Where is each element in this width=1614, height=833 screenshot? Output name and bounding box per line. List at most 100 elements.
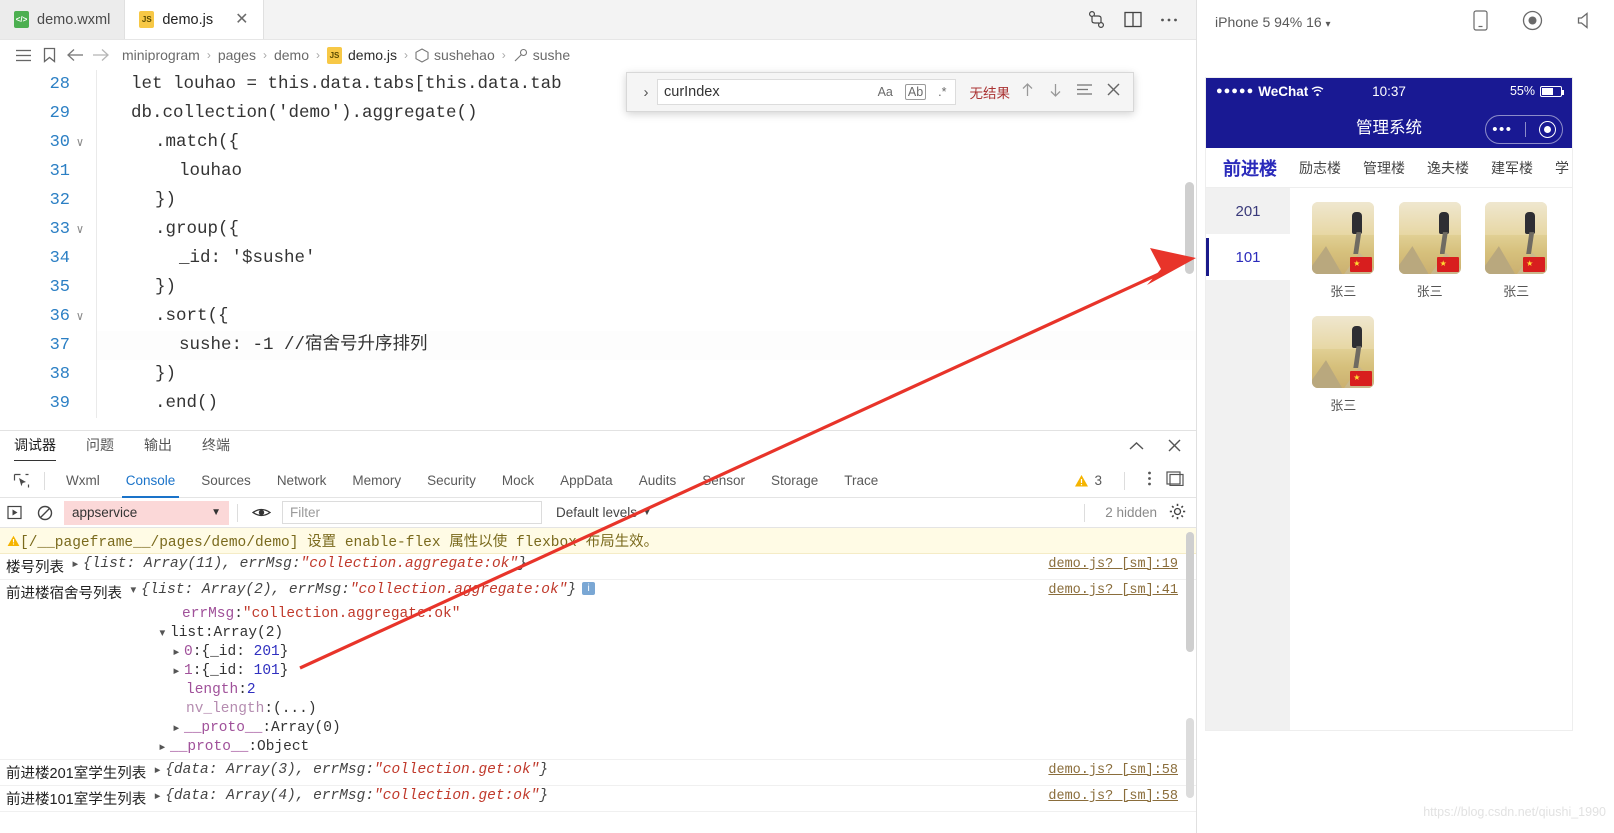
warning-badge[interactable]: 3: [1074, 473, 1102, 488]
devtools-tab-wxml[interactable]: Wxml: [53, 464, 113, 498]
console-source-link[interactable]: demo.js? [sm]:58: [1048, 789, 1178, 804]
console-tree-row[interactable]: length : 2: [0, 681, 1196, 700]
split-merge-icon[interactable]: [1087, 10, 1106, 29]
room-item-201[interactable]: 201: [1206, 188, 1290, 234]
panel-tab-output[interactable]: 输出: [144, 435, 172, 460]
panel-tab-terminal[interactable]: 终端: [202, 435, 230, 460]
editor-tab-demo-js[interactable]: JS demo.js ✕: [125, 0, 264, 39]
editor-vertical-scrollbar[interactable]: [1182, 70, 1196, 418]
code-line-34[interactable]: _id: '$sushe': [97, 244, 1196, 273]
building-tab-4[interactable]: 建军楼: [1480, 158, 1544, 178]
code-line-36[interactable]: .sort({: [97, 302, 1196, 331]
building-tab-bar[interactable]: 前进楼 励志楼 管理楼 逸夫楼 建军楼 学: [1206, 148, 1572, 188]
devtools-tab-sources[interactable]: Sources: [188, 464, 264, 498]
console-source-link[interactable]: demo.js? [sm]:19: [1048, 557, 1178, 572]
record-icon[interactable]: [1522, 10, 1543, 34]
fold-toggle[interactable]: ∨: [70, 135, 90, 150]
whole-word-icon[interactable]: Ab: [904, 84, 927, 100]
console-row-log-2[interactable]: 前进楼宿舍号列表 ▾ {list: Array(2), errMsg: "col…: [0, 580, 1196, 605]
console-tree-row[interactable]: ▾ list : Array(2): [0, 624, 1196, 643]
console-scrollbar-thumb-2[interactable]: [1186, 718, 1194, 798]
code-line-39[interactable]: .end(): [97, 389, 1196, 418]
breadcrumb-item-pages[interactable]: pages: [218, 47, 256, 63]
close-icon[interactable]: [1106, 82, 1121, 102]
tree-triangle-icon[interactable]: ▸: [158, 739, 170, 756]
building-tab-0[interactable]: 前进楼: [1212, 155, 1288, 181]
student-card[interactable]: ★ 张三: [1303, 202, 1384, 300]
device-select[interactable]: iPhone 5 94% 16 ▾: [1215, 14, 1331, 30]
clear-console-icon[interactable]: [30, 505, 60, 521]
devtools-tab-storage[interactable]: Storage: [758, 464, 831, 498]
find-in-selection-icon[interactable]: [1076, 83, 1093, 101]
fold-toggle[interactable]: ∨: [70, 222, 90, 237]
devtools-tab-network[interactable]: Network: [264, 464, 340, 498]
console-source-link[interactable]: demo.js? [sm]:41: [1048, 583, 1178, 598]
editor-tab-demo-wxml[interactable]: </> demo.wxml: [0, 0, 126, 39]
device-rotate-icon[interactable]: [1473, 10, 1488, 34]
devtools-tab-appdata[interactable]: AppData: [547, 464, 626, 498]
breadcrumb-item-sushe[interactable]: sushe: [533, 47, 570, 63]
console-tree-row[interactable]: ▸ 0 : {_id: 201}: [0, 643, 1196, 662]
hamburger-menu-icon[interactable]: [10, 49, 36, 62]
student-card[interactable]: ★ 张三: [1303, 316, 1384, 414]
expand-triangle-icon[interactable]: ▸: [71, 556, 83, 577]
console-row-log-3[interactable]: 前进楼201室学生列表 ▸ {data: Array(3), errMsg: "…: [0, 759, 1196, 786]
student-card[interactable]: ★ 张三: [1475, 202, 1556, 300]
breadcrumb-item-demo-js[interactable]: demo.js: [348, 47, 397, 63]
bookmark-icon[interactable]: [36, 47, 62, 63]
console-tree-row[interactable]: errMsg : "collection.aggregate:ok": [0, 605, 1196, 624]
collapse-triangle-icon[interactable]: ▾: [129, 582, 141, 603]
find-widget[interactable]: › Aa Ab .* 无结果: [626, 72, 1134, 112]
console-source-link[interactable]: demo.js? [sm]:58: [1048, 763, 1178, 778]
building-tab-3[interactable]: 逸夫楼: [1416, 158, 1480, 178]
code-editor[interactable]: 28 29 30 ∨ 31 32 33 ∨ 34 35 36 ∨ 37 38 39 l…: [0, 70, 1196, 418]
split-editor-icon[interactable]: [1124, 11, 1142, 28]
code-lines[interactable]: let louhao = this.data.tabs[this.data.ta…: [96, 70, 1196, 418]
code-line-35[interactable]: }): [97, 273, 1196, 302]
code-line-30[interactable]: .match({: [97, 128, 1196, 157]
fold-toggle[interactable]: ∨: [70, 309, 90, 324]
devtools-tab-mock[interactable]: Mock: [489, 464, 547, 498]
wechat-capsule-button[interactable]: •••: [1485, 115, 1563, 144]
console-row-log-1[interactable]: 楼号列表 ▸ {list: Array(11), errMsg: "collec…: [0, 554, 1196, 580]
gear-icon[interactable]: [1169, 503, 1186, 523]
expand-triangle-icon[interactable]: ▸: [153, 762, 165, 783]
back-arrow-icon[interactable]: [62, 48, 88, 62]
code-line-33[interactable]: .group({: [97, 215, 1196, 244]
code-line-32[interactable]: }): [97, 186, 1196, 215]
console-context-select[interactable]: appservice ▼: [64, 500, 229, 525]
kebab-menu-icon[interactable]: [1147, 470, 1152, 492]
arrow-up-icon[interactable]: [1020, 82, 1035, 103]
devtools-tab-audits[interactable]: Audits: [626, 464, 690, 498]
tree-triangle-icon[interactable]: ▸: [172, 644, 184, 661]
info-badge-icon[interactable]: i: [582, 582, 596, 595]
console-tree-row[interactable]: ▸ 1 : {_id: 101}: [0, 662, 1196, 681]
tree-triangle-icon[interactable]: [170, 606, 182, 623]
student-card[interactable]: ★ 张三: [1389, 202, 1470, 300]
inspect-element-icon[interactable]: [6, 473, 36, 489]
console-row-warning[interactable]: [/__pageframe__/pages/demo/demo] 设置 enab…: [0, 528, 1196, 554]
chevron-up-icon[interactable]: [1128, 439, 1145, 457]
console-filter-input[interactable]: Filter: [282, 501, 542, 524]
console-tree-row[interactable]: ▸ __proto__ : Array(0): [0, 719, 1196, 738]
room-item-101[interactable]: 101: [1206, 234, 1290, 280]
live-expression-icon[interactable]: [246, 506, 276, 519]
phone-simulator[interactable]: ●●●●● WeChat 10:37 55% 管理系统 ••• 前进楼 励志楼 …: [1206, 78, 1572, 730]
forward-arrow-icon[interactable]: [88, 48, 114, 62]
devtools-tab-memory[interactable]: Memory: [339, 464, 414, 498]
devtools-tab-sensor[interactable]: Sensor: [689, 464, 758, 498]
code-line-38[interactable]: }): [97, 360, 1196, 389]
console-levels-select[interactable]: Default levels ▼: [556, 505, 652, 520]
tree-triangle-icon[interactable]: ▸: [172, 663, 184, 680]
building-tab-1[interactable]: 励志楼: [1288, 158, 1352, 178]
more-actions-icon[interactable]: [1160, 17, 1178, 23]
panel-tab-problems[interactable]: 问题: [86, 435, 114, 460]
chevron-right-icon[interactable]: ›: [635, 84, 657, 101]
breadcrumb-item-miniprogram[interactable]: miniprogram: [122, 47, 200, 63]
breadcrumb-item-demo[interactable]: demo: [274, 47, 309, 63]
tree-triangle-icon[interactable]: ▸: [172, 720, 184, 737]
more-dots-icon[interactable]: •••: [1492, 122, 1512, 137]
console-scrollbar-thumb[interactable]: [1186, 532, 1194, 652]
devtools-tab-security[interactable]: Security: [414, 464, 489, 498]
target-icon[interactable]: [1538, 121, 1556, 138]
